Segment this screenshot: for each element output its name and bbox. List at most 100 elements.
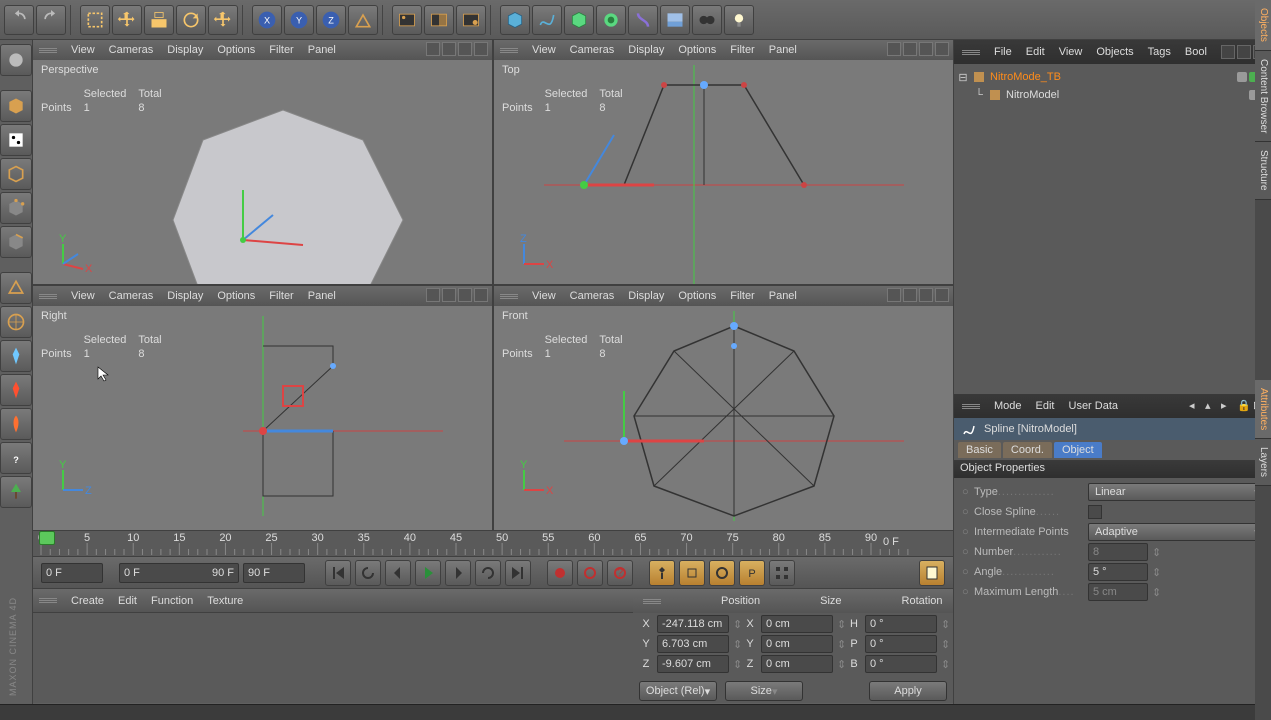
axis-mode-button[interactable]	[0, 306, 32, 338]
redo-button[interactable]	[36, 5, 66, 35]
goto-end-button[interactable]	[505, 560, 531, 586]
range-min-field[interactable]: 0 F90 F	[119, 563, 239, 583]
vp-menu-options[interactable]: Options	[678, 44, 716, 56]
vtab-attributes[interactable]: Attributes	[1255, 380, 1271, 439]
size-field[interactable]: 0 cm	[761, 655, 833, 673]
size-field[interactable]: 0 cm	[761, 615, 833, 633]
vp-menu-display[interactable]: Display	[628, 44, 664, 56]
vtab-content-browser[interactable]: Content Browser	[1255, 51, 1271, 142]
property-checkbox[interactable]	[1088, 505, 1102, 519]
om-menu-view[interactable]: View	[1059, 46, 1083, 58]
primitive-environment-button[interactable]	[660, 5, 690, 35]
viewport-handle-icon[interactable]	[39, 294, 57, 299]
attr-tab-basic[interactable]: Basic	[958, 442, 1001, 458]
vp-menu-cameras[interactable]: Cameras	[570, 290, 615, 302]
vp-single-icon[interactable]	[458, 288, 472, 302]
primitive-spline-button[interactable]	[532, 5, 562, 35]
vp-menu-options[interactable]: Options	[217, 290, 255, 302]
attr-tab-coord[interactable]: Coord.	[1003, 442, 1052, 458]
primitive-cube-button[interactable]	[500, 5, 530, 35]
y-axis-button[interactable]: Y	[284, 5, 314, 35]
loop-button[interactable]	[355, 560, 381, 586]
key-scale-button[interactable]	[679, 560, 705, 586]
vp-single-icon[interactable]	[919, 42, 933, 56]
x-axis-button[interactable]: X	[252, 5, 282, 35]
vp-menu-display[interactable]: Display	[628, 290, 664, 302]
vp-menu-panel[interactable]: Panel	[308, 290, 336, 302]
property-number[interactable]: 5 °	[1088, 563, 1148, 581]
goto-start-button[interactable]	[325, 560, 351, 586]
object-tree[interactable]: ⊟ NitroMode_TB └NitroModel	[954, 64, 1271, 394]
render-settings-button[interactable]	[456, 5, 486, 35]
vtab-layers[interactable]: Layers	[1255, 439, 1271, 486]
size-field[interactable]: 0 cm	[761, 635, 833, 653]
loop-forward-button[interactable]	[475, 560, 501, 586]
vp-config-icon[interactable]	[426, 42, 440, 56]
keyframe-selection-button[interactable]: ?	[607, 560, 633, 586]
viewport-handle-icon[interactable]	[500, 48, 518, 53]
expand-icon[interactable]: └	[974, 89, 984, 101]
coord-mode-select[interactable]: Object (Rel) ▾	[639, 681, 717, 701]
vp-menu-view[interactable]: View	[71, 290, 95, 302]
viewport-right[interactable]: View Cameras Display Options Filter Pane…	[33, 286, 492, 530]
attr-menu-userdata[interactable]: User Data	[1069, 400, 1119, 412]
material-menu-texture[interactable]: Texture	[207, 595, 243, 607]
material-menu-create[interactable]: Create	[71, 595, 104, 607]
vp-menu-display[interactable]: Display	[167, 290, 203, 302]
primitive-generator-button[interactable]	[596, 5, 626, 35]
om-filter-icon[interactable]	[1237, 45, 1251, 59]
move-tool-button[interactable]	[112, 5, 142, 35]
undo-button[interactable]	[4, 5, 34, 35]
om-menu-file[interactable]: File	[994, 46, 1012, 58]
primitive-light-button[interactable]	[724, 5, 754, 35]
om-menu-tags[interactable]: Tags	[1148, 46, 1171, 58]
object-tree-row[interactable]: ⊟ NitroMode_TB	[958, 68, 1271, 86]
key-rot-button[interactable]	[709, 560, 735, 586]
vp-menu-cameras[interactable]: Cameras	[109, 290, 154, 302]
om-menu-bool[interactable]: Bool	[1185, 46, 1207, 58]
vtab-structure[interactable]: Structure	[1255, 142, 1271, 200]
help-button[interactable]: ?	[0, 442, 32, 474]
render-view-button[interactable]	[392, 5, 422, 35]
vp-camera-icon[interactable]	[903, 42, 917, 56]
coord-system-button[interactable]	[348, 5, 378, 35]
scale-tool-button[interactable]	[144, 5, 174, 35]
object-tree-row[interactable]: └NitroModel	[958, 86, 1271, 104]
live-selection-button[interactable]	[80, 5, 110, 35]
vp-config-icon[interactable]	[887, 42, 901, 56]
vp-grid-icon[interactable]	[474, 288, 488, 302]
vp-grid-icon[interactable]	[935, 288, 949, 302]
key-param-button[interactable]: P	[739, 560, 765, 586]
vp-menu-view[interactable]: View	[532, 290, 556, 302]
timeline-ruler[interactable]: 0510152025303540455055606570758085900 F	[33, 530, 953, 556]
attr-forward-icon[interactable]: ▸	[1221, 399, 1235, 413]
vp-menu-panel[interactable]: Panel	[769, 290, 797, 302]
property-select[interactable]: Linear▾	[1088, 483, 1267, 501]
material-panel[interactable]	[33, 612, 633, 703]
workplane-mode-button[interactable]	[0, 158, 32, 190]
expand-icon[interactable]: ⊟	[958, 71, 968, 84]
vp-grid-icon[interactable]	[474, 42, 488, 56]
prev-frame-button[interactable]	[385, 560, 411, 586]
rotation-field[interactable]: 0 °	[865, 635, 937, 653]
primitive-nurbs-button[interactable]	[564, 5, 594, 35]
vp-camera-icon[interactable]	[903, 288, 917, 302]
vp-menu-view[interactable]: View	[532, 44, 556, 56]
vp-config-icon[interactable]	[426, 288, 440, 302]
vp-menu-filter[interactable]: Filter	[269, 44, 293, 56]
vp-menu-filter[interactable]: Filter	[269, 290, 293, 302]
object-name[interactable]: NitroMode_TB	[990, 71, 1061, 83]
tweak-mode-button[interactable]	[0, 340, 32, 372]
uv-point-mode-button[interactable]	[0, 374, 32, 406]
material-menu-function[interactable]: Function	[151, 595, 193, 607]
rotate-tool-button[interactable]	[176, 5, 206, 35]
polygon-mode-button[interactable]	[0, 272, 32, 304]
vp-menu-filter[interactable]: Filter	[730, 290, 754, 302]
viewport-handle-icon[interactable]	[500, 294, 518, 299]
autokey-button[interactable]	[577, 560, 603, 586]
vp-menu-cameras[interactable]: Cameras	[109, 44, 154, 56]
rotation-field[interactable]: 0 °	[865, 655, 937, 673]
viewport-front[interactable]: View Cameras Display Options Filter Pane…	[494, 286, 953, 530]
vp-grid-icon[interactable]	[935, 42, 949, 56]
attr-tab-object[interactable]: Object	[1054, 442, 1102, 458]
